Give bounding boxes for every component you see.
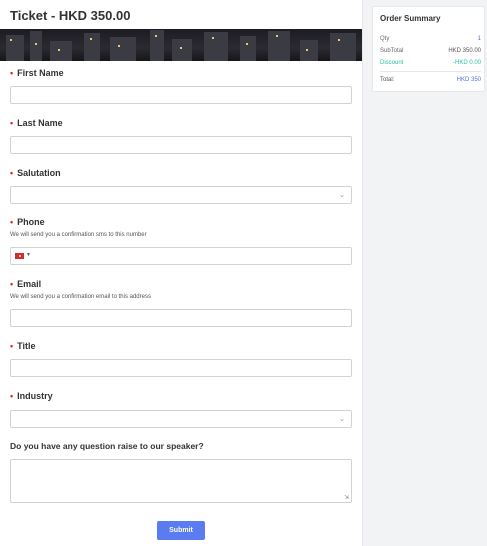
email-label: • Email	[10, 279, 42, 289]
hong-kong-flag-icon[interactable]	[15, 253, 24, 259]
required-marker: •	[10, 279, 14, 289]
last-name-label: • Last Name	[10, 118, 63, 128]
question-textarea[interactable]: ⇲	[10, 459, 352, 503]
salutation-label: • Salutation	[10, 168, 61, 178]
subtotal-row: SubTotal HKD 350.00	[380, 48, 481, 54]
required-marker: •	[10, 118, 14, 128]
subtotal-value: HKD 350.00	[448, 48, 481, 54]
required-marker: •	[10, 168, 14, 178]
industry-label: • Industry	[10, 391, 53, 401]
discount-value: -HKD 0.00	[452, 60, 481, 66]
qty-row: Qty 1	[380, 36, 481, 42]
title-input[interactable]	[10, 359, 352, 377]
chevron-down-icon: ⌄	[339, 416, 345, 423]
phone-input[interactable]: ▼	[10, 247, 352, 265]
required-marker: •	[10, 217, 14, 227]
total-value: HKD 350	[456, 77, 481, 83]
order-summary-title: Order Summary	[380, 14, 441, 23]
registration-form: Ticket - HKD 350.00 • First Name • Last …	[0, 0, 363, 546]
qty-value: 1	[477, 36, 481, 42]
phone-help-text: We will send you a confirmation sms to t…	[10, 232, 147, 238]
required-marker: •	[10, 68, 14, 78]
resize-handle-icon[interactable]: ⇲	[344, 494, 349, 501]
phone-label: • Phone	[10, 217, 45, 227]
title-label: • Title	[10, 341, 36, 351]
required-marker: •	[10, 391, 14, 401]
city-banner-image	[0, 29, 362, 61]
page: Ticket - HKD 350.00 • First Name • Last …	[0, 0, 487, 546]
required-marker: •	[10, 341, 14, 351]
last-name-input[interactable]	[10, 136, 352, 154]
ticket-title: Ticket - HKD 350.00	[10, 8, 131, 23]
submit-button[interactable]: Submit	[157, 521, 205, 540]
discount-label: Discount	[380, 60, 404, 66]
salutation-select[interactable]: ⌄	[10, 186, 352, 204]
chevron-down-icon: ⌄	[339, 192, 345, 199]
question-label: Do you have any question raise to our sp…	[10, 441, 204, 451]
total-row: Total: HKD 350	[380, 77, 481, 83]
email-input[interactable]	[10, 309, 352, 327]
first-name-input[interactable]	[10, 86, 352, 104]
total-label: Total:	[380, 77, 395, 83]
order-summary-card: Order Summary Qty 1 SubTotal HKD 350.00 …	[372, 6, 485, 92]
industry-select[interactable]: ⌄	[10, 410, 352, 428]
email-help-text: We will send you a confirmation email to…	[10, 294, 151, 300]
first-name-label: • First Name	[10, 68, 64, 78]
subtotal-label: SubTotal	[380, 48, 404, 54]
qty-label: Qty	[380, 36, 390, 42]
caret-down-icon[interactable]: ▼	[26, 252, 31, 258]
summary-divider	[380, 71, 481, 72]
discount-row: Discount -HKD 0.00	[380, 60, 481, 66]
